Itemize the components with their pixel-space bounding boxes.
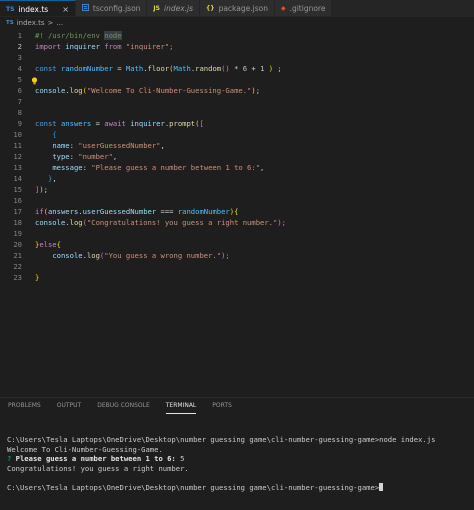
- terminal-prompt-line: C:\Users\Tesla Laptops\OneDrive\Desktop\…: [7, 482, 435, 493]
- settings-file-icon: [81, 4, 89, 13]
- close-icon[interactable]: ×: [62, 5, 69, 14]
- code-line: 18 console.log("Congratulations! you gues…: [0, 217, 474, 228]
- code-line: 5: [0, 74, 474, 85]
- breadcrumb-separator: >: [47, 19, 54, 27]
- line-number: 6: [17, 86, 22, 95]
- line-number: 4: [17, 64, 22, 73]
- line-number: 13: [13, 163, 22, 172]
- code-line: 21 console.log("You guess a wrong number…: [0, 250, 474, 261]
- code-line: 4 const randomNumber = Math.floor(Math.ra…: [0, 63, 474, 74]
- tab-index-ts[interactable]: TS index.ts ×: [0, 0, 76, 16]
- code-line: 8: [0, 107, 474, 118]
- tab-problems[interactable]: PROBLEMS: [8, 402, 41, 414]
- tab-output[interactable]: OUTPUT: [57, 402, 81, 414]
- typescript-file-icon: TS: [6, 20, 14, 26]
- terminal-output[interactable]: C:\Users\Tesla Laptops\OneDrive\Desktop\…: [7, 435, 435, 493]
- tab-label: package.json: [218, 4, 268, 13]
- line-number: 19: [13, 229, 22, 238]
- line-number: 1: [17, 31, 22, 40]
- json-file-icon: {}: [206, 5, 215, 12]
- line-number: 20: [13, 240, 22, 249]
- line-number: 23: [13, 273, 22, 282]
- code-line: 20}else{: [0, 239, 474, 250]
- line-number: 15: [13, 185, 22, 194]
- terminal-line: Welcome To Cli-Number-Guessing-Game.: [7, 444, 163, 454]
- tab-ports[interactable]: PORTS: [212, 402, 232, 414]
- tab-label: .gitignore: [289, 4, 326, 13]
- code-line: 15]);: [0, 184, 474, 195]
- code-line: 2 import inquirer from "inquirer";: [0, 41, 474, 52]
- line-number: 21: [13, 251, 22, 260]
- code-line: 9 const answers = await inquirer.prompt([: [0, 118, 474, 129]
- code-line: 19: [0, 228, 474, 239]
- breadcrumb: TS index.ts > ...: [0, 17, 474, 29]
- code-line: 6 console.log("Welcome To Cli-Number-Gues…: [0, 85, 474, 96]
- tab-debug-console[interactable]: DEBUG CONSOLE: [97, 402, 150, 414]
- tab-tsconfig-json[interactable]: tsconfig.json: [75, 0, 148, 16]
- panel-tabs: PROBLEMS OUTPUT DEBUG CONSOLE TERMINAL P…: [0, 402, 240, 414]
- terminal-cursor: [379, 482, 384, 491]
- tab-label: tsconfig.json: [92, 4, 141, 13]
- code-line: 10 {: [0, 129, 474, 140]
- breadcrumb-symbol[interactable]: ...: [56, 19, 63, 27]
- line-number: 14: [13, 174, 22, 183]
- line-number: 10: [13, 130, 22, 139]
- line-number: 12: [13, 152, 22, 161]
- terminal-line: Congratulations! you guess a right numbe…: [7, 463, 189, 473]
- line-number: 3: [17, 53, 22, 62]
- code-editor[interactable]: 1 #! /usr/bin/env node 2 import inquirer f…: [0, 30, 474, 390]
- code-line: 12 type: "number",: [0, 151, 474, 162]
- tab-label: index.js: [163, 4, 194, 13]
- line-number: 5: [17, 75, 22, 84]
- git-file-icon: ◆: [280, 5, 286, 12]
- code-line: 16: [0, 195, 474, 206]
- terminal-line: C:\Users\Tesla Laptops\OneDrive\Desktop\…: [7, 435, 436, 444]
- code-line: 17 if(answers.userGuessedNumber === rando…: [0, 206, 474, 217]
- code-line: 14 },: [0, 173, 474, 184]
- line-number: 16: [13, 196, 22, 205]
- code-line: 1 #! /usr/bin/env node: [0, 30, 474, 41]
- tab-gitignore[interactable]: ◆ .gitignore: [274, 0, 333, 16]
- line-number: 22: [13, 262, 22, 271]
- line-number: 11: [13, 141, 22, 150]
- code-line: 7: [0, 96, 474, 107]
- code-line: 23}: [0, 272, 474, 283]
- breadcrumb-file[interactable]: index.ts: [17, 19, 45, 27]
- line-number: 9: [17, 119, 22, 128]
- javascript-file-icon: JS: [153, 5, 160, 12]
- tab-terminal[interactable]: TERMINAL: [165, 402, 197, 414]
- tab-label: index.ts: [18, 4, 49, 14]
- line-number: 2: [17, 42, 22, 51]
- line-number: 8: [17, 108, 22, 117]
- line-number: 7: [17, 97, 22, 106]
- code-line: 3: [0, 52, 474, 63]
- typescript-file-icon: TS: [6, 5, 15, 13]
- code-line: 11 name: "userGuessedNumber",: [0, 140, 474, 151]
- bottom-panel: PROBLEMS OUTPUT DEBUG CONSOLE TERMINAL P…: [0, 397, 474, 510]
- line-number: 18: [13, 218, 22, 227]
- tab-package-json[interactable]: {} package.json: [200, 0, 275, 16]
- editor-tab-bar: TS index.ts × tsconfig.json JS index.js …: [0, 0, 474, 17]
- code-line: 13 message: "Please guess a number betwe…: [0, 162, 474, 173]
- terminal-line: ? Please guess a number between 1 to 6: …: [7, 454, 185, 464]
- tab-index-js[interactable]: JS index.js: [147, 0, 201, 16]
- code-line: 22: [0, 261, 474, 272]
- line-number: 17: [13, 207, 22, 216]
